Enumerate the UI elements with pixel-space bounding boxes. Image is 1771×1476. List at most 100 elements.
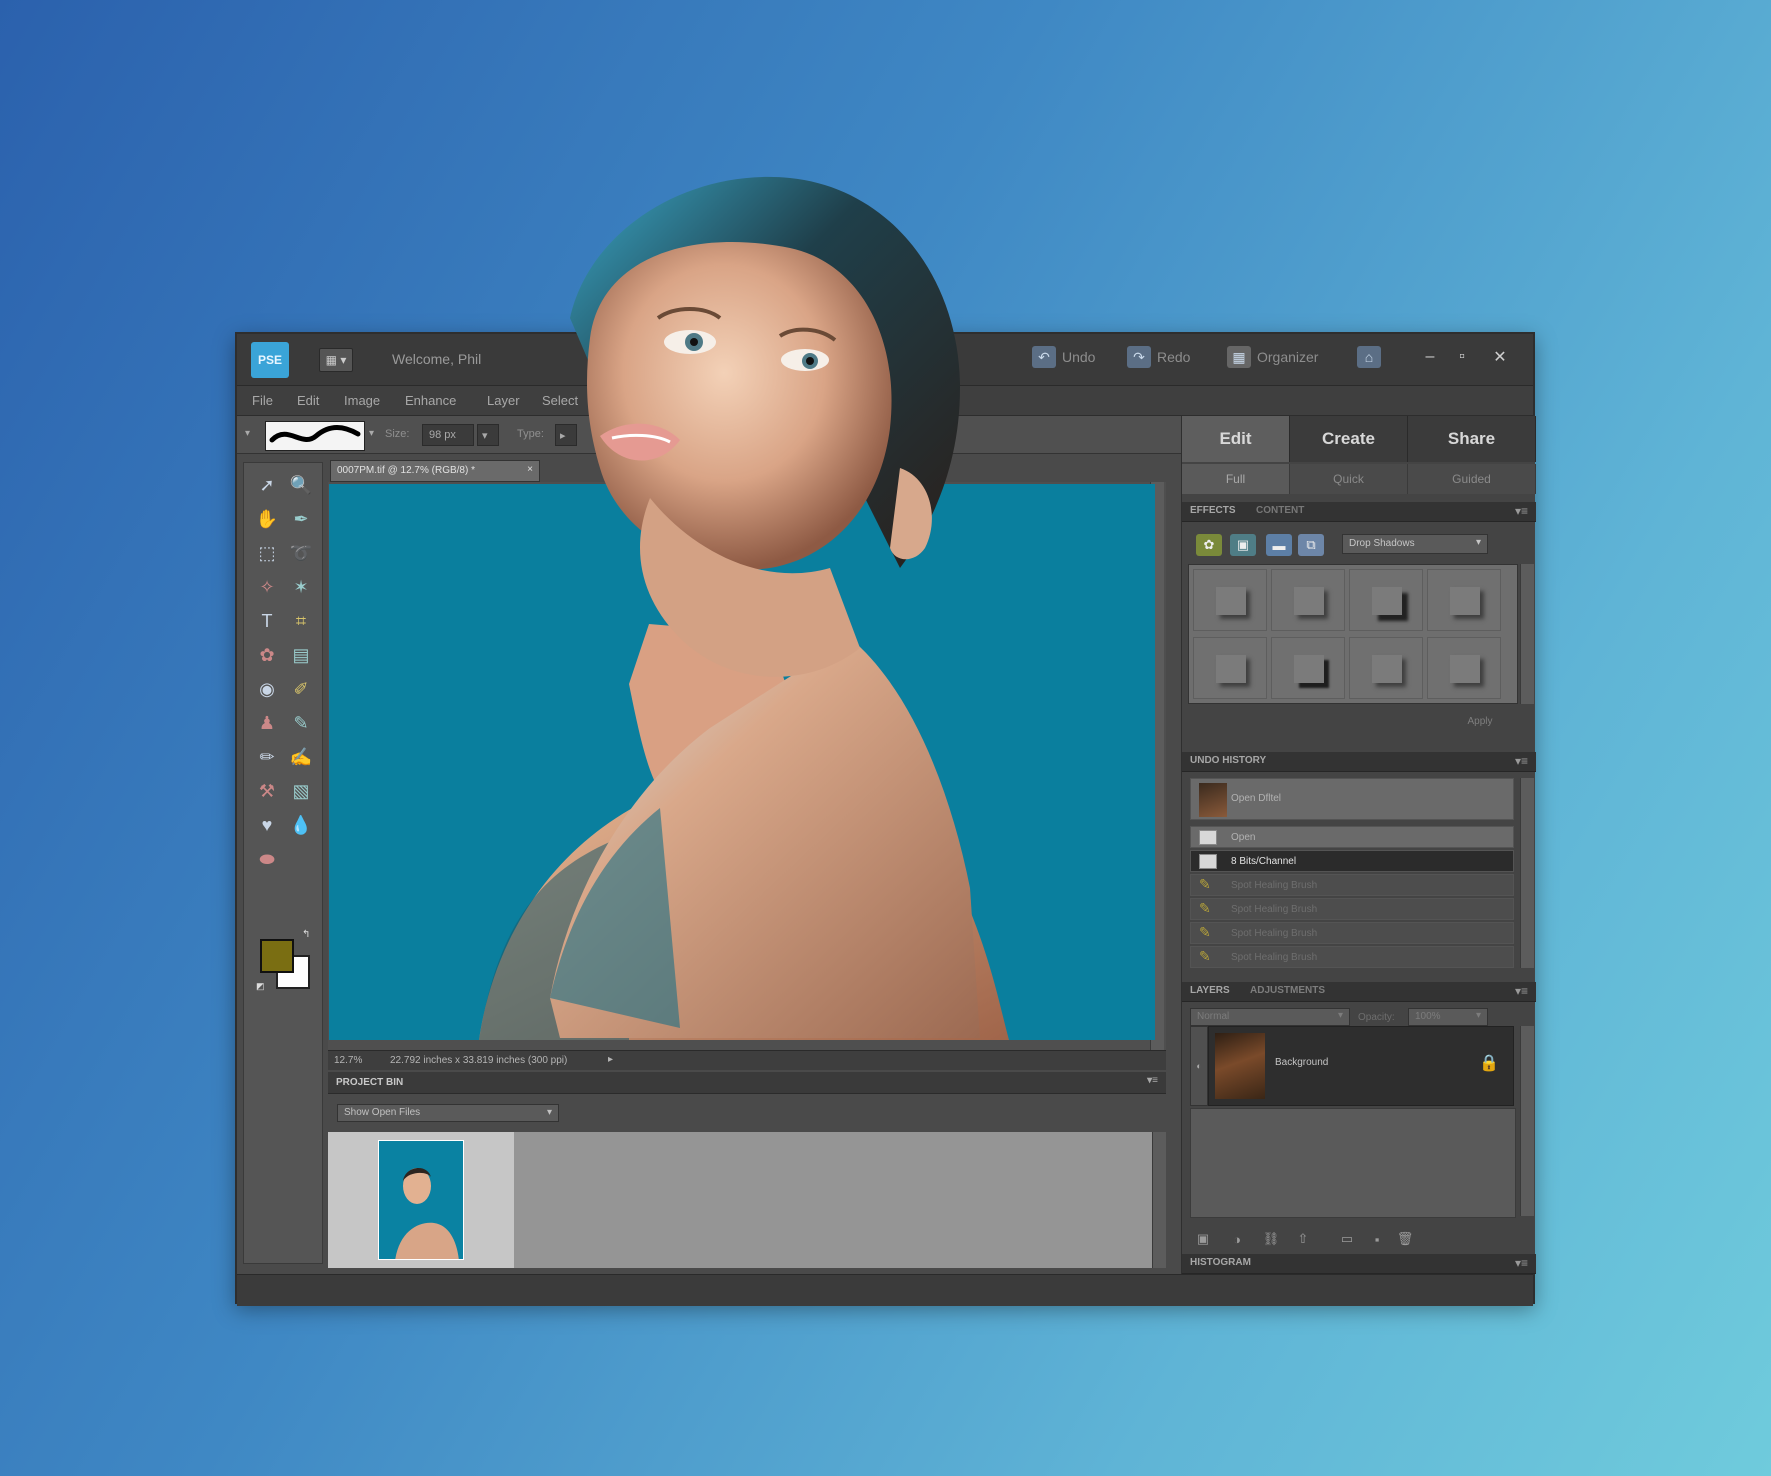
history-item-label: Spot Healing Brush <box>1231 904 1318 915</box>
lasso-tool[interactable]: ➰ <box>286 539 316 567</box>
type-tool[interactable]: T <box>252 607 282 635</box>
layers-scrollbar[interactable] <box>1520 1026 1534 1216</box>
undo-button[interactable]: ↶ Undo <box>1032 346 1095 368</box>
effects-category-select[interactable]: Drop Shadows ▾ <box>1342 534 1488 554</box>
sponge-tool[interactable]: ⬬ <box>252 845 282 873</box>
photo-effects-icon[interactable]: ▬ <box>1266 534 1292 556</box>
effect-thumbnail[interactable] <box>1193 569 1267 631</box>
tab-layers[interactable]: LAYERS <box>1190 985 1230 996</box>
subtab-quick[interactable]: Quick <box>1290 464 1408 494</box>
blend-mode-select[interactable]: Normal ▾ <box>1190 1008 1350 1026</box>
document-tab[interactable]: 0007PM.tif @ 12.7% (RGB/8) * × <box>330 460 540 482</box>
redo-button[interactable]: ↷ Redo <box>1127 346 1190 368</box>
eraser-tool[interactable]: ✎ <box>286 709 316 737</box>
crop-tool[interactable]: ⌗ <box>286 607 316 635</box>
quick-selection-tool[interactable]: ✧ <box>252 573 282 601</box>
effect-thumbnail[interactable] <box>1427 569 1501 631</box>
history-item[interactable]: ✎ Spot Healing Brush <box>1190 922 1514 944</box>
marquee-tool[interactable]: ⬚ <box>252 539 282 567</box>
default-colors-icon[interactable]: ◩ <box>256 981 265 992</box>
brush-picker-arrow-icon[interactable]: ▾ <box>369 428 374 439</box>
organizer-button[interactable]: ▦ Organizer <box>1227 346 1318 368</box>
tab-create[interactable]: Create <box>1290 416 1408 462</box>
layers-panel-menu-icon[interactable]: ▾≡ <box>1515 984 1528 998</box>
history-panel-menu-icon[interactable]: ▾≡ <box>1515 754 1528 768</box>
tab-adjustments[interactable]: ADJUSTMENTS <box>1250 985 1325 996</box>
effect-thumbnail[interactable] <box>1271 569 1345 631</box>
histogram-title: HISTOGRAM <box>1190 1257 1251 1268</box>
size-field[interactable]: 98 px <box>422 424 474 446</box>
size-slider-arrow-icon[interactable]: ▾ <box>477 424 499 446</box>
lock-all-icon[interactable]: ▭ <box>1332 1230 1362 1248</box>
custom-shape-tool[interactable]: ♥ <box>252 811 282 839</box>
layout-menu-button[interactable]: ▦ ▾ <box>319 348 353 372</box>
clone-stamp-tool[interactable]: ♟ <box>252 709 282 737</box>
menu-enhance[interactable]: Enhance <box>405 393 456 408</box>
subtab-guided[interactable]: Guided <box>1408 464 1536 494</box>
brush-tool[interactable]: ✍ <box>286 743 316 771</box>
layer-row-background[interactable]: Background 🔒 <box>1208 1026 1514 1106</box>
effects-scrollbar[interactable] <box>1520 564 1534 704</box>
brush-preview[interactable] <box>265 421 365 451</box>
pencil-tool[interactable]: ✏ <box>252 743 282 771</box>
gradient-tool[interactable]: ▧ <box>286 777 316 805</box>
project-bin-item[interactable] <box>328 1132 514 1268</box>
history-item[interactable]: Open <box>1190 826 1514 848</box>
effect-thumbnail[interactable] <box>1271 637 1345 699</box>
project-bin-scrollbar[interactable] <box>1152 1132 1166 1268</box>
magic-wand-tool[interactable]: ✶ <box>286 573 316 601</box>
project-bin-select[interactable]: Show Open Files ▾ <box>337 1104 559 1122</box>
healing-brush-tool[interactable]: ✐ <box>286 675 316 703</box>
effect-thumbnail[interactable] <box>1427 637 1501 699</box>
new-layer-icon[interactable]: ▣ <box>1194 1230 1212 1248</box>
history-item-selected[interactable]: 8 Bits/Channel <box>1190 850 1514 872</box>
blur-tool[interactable]: 💧 <box>286 811 316 839</box>
layer-styles-icon[interactable]: ✿ <box>1196 534 1222 556</box>
mask-icon[interactable]: ▪ <box>1368 1230 1386 1248</box>
history-item[interactable]: ✎ Spot Healing Brush <box>1190 898 1514 920</box>
effect-thumbnail[interactable] <box>1349 637 1423 699</box>
menu-image[interactable]: Image <box>344 393 380 408</box>
lock-transparent-icon[interactable]: ⇧ <box>1294 1230 1312 1248</box>
zoom-tool[interactable]: 🔍 <box>286 471 316 499</box>
history-item[interactable]: ✎ Spot Healing Brush <box>1190 874 1514 896</box>
filters-icon[interactable]: ▣ <box>1230 534 1256 556</box>
minimize-icon[interactable]: – <box>1417 344 1443 370</box>
layer-visibility-icon[interactable]: ◐ <box>1190 1026 1208 1106</box>
swap-colors-icon[interactable]: ↰ <box>302 929 310 940</box>
link-layers-icon[interactable]: ⛓ <box>1262 1230 1280 1248</box>
subtab-full[interactable]: Full <box>1182 464 1290 494</box>
new-adjustment-layer-icon[interactable]: ◑ <box>1228 1230 1246 1248</box>
history-item[interactable]: Open Dfltel <box>1190 778 1514 820</box>
effect-thumbnail[interactable] <box>1349 569 1423 631</box>
effects-panel-menu-icon[interactable]: ▾≡ <box>1515 504 1528 518</box>
foreground-color-swatch[interactable] <box>260 939 294 973</box>
effect-thumbnail[interactable] <box>1193 637 1267 699</box>
tab-edit[interactable]: Edit <box>1182 416 1290 462</box>
hand-tool[interactable]: ✋ <box>252 505 282 533</box>
tab-content[interactable]: CONTENT <box>1256 505 1304 516</box>
maximize-icon[interactable]: ▫ <box>1449 344 1475 370</box>
cookie-cutter-tool[interactable]: ✿ <box>252 641 282 669</box>
tab-share[interactable]: Share <box>1408 416 1536 462</box>
menu-edit[interactable]: Edit <box>297 393 319 408</box>
project-bin-menu-icon[interactable]: ▾≡ <box>1147 1075 1158 1086</box>
opacity-field[interactable]: 100% ▾ <box>1408 1008 1488 1026</box>
move-tool[interactable]: ➚ <box>252 471 282 499</box>
home-button[interactable]: ⌂ <box>1357 346 1381 368</box>
red-eye-tool[interactable]: ◉ <box>252 675 282 703</box>
smart-brush-tool[interactable]: ⚒ <box>252 777 282 805</box>
close-icon[interactable]: ✕ <box>1487 344 1513 370</box>
tab-effects[interactable]: EFFECTS <box>1190 505 1236 516</box>
histogram-panel-menu-icon[interactable]: ▾≡ <box>1515 1256 1528 1270</box>
straighten-tool[interactable]: ▤ <box>286 641 316 669</box>
delete-layer-icon[interactable]: 🗑 <box>1396 1230 1414 1248</box>
menu-layer[interactable]: Layer <box>487 393 520 408</box>
tool-preset-arrow-icon[interactable]: ▾ <box>245 428 250 439</box>
apply-effect-button[interactable]: Apply <box>1450 712 1510 730</box>
all-effects-icon[interactable]: ⧉ <box>1298 534 1324 556</box>
eyedropper-tool[interactable]: ✒ <box>286 505 316 533</box>
menu-file[interactable]: File <box>252 393 273 408</box>
history-item[interactable]: ✎ Spot Healing Brush <box>1190 946 1514 968</box>
history-scrollbar[interactable] <box>1520 778 1534 968</box>
